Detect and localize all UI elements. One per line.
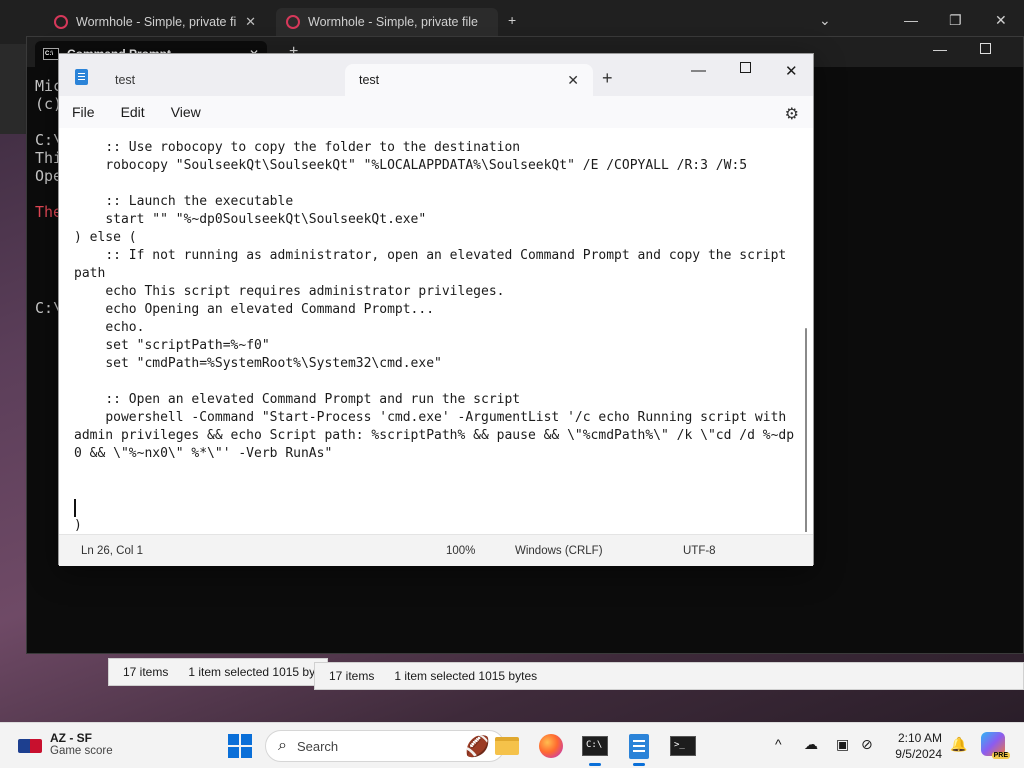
file-explorer-icon (495, 737, 519, 755)
firefox-button[interactable] (535, 730, 567, 762)
editor-line: echo This script requires administrator … (74, 284, 505, 299)
restore-button[interactable]: ❐ (949, 12, 962, 29)
text-editor[interactable]: :: Use robocopy to copy the folder to th… (59, 128, 813, 532)
close-tab-icon[interactable]: ✕ (567, 72, 579, 89)
tab-label: test (359, 73, 380, 87)
copilot-pre-badge: PRE (991, 752, 1010, 759)
vertical-scrollbar[interactable] (805, 328, 807, 532)
tab-test-1[interactable]: test (101, 64, 341, 96)
notepad-menubar: File Edit View ⚙ (59, 96, 813, 128)
search-icon: ⌕ (278, 737, 287, 754)
cursor-position: Ln 26, Col 1 (81, 545, 144, 557)
minimize-button[interactable]: — (933, 41, 947, 57)
browser-tab-label: Wormhole - Simple, private file (76, 15, 238, 29)
minimize-button[interactable]: — (691, 62, 706, 79)
onedrive-offline-icon[interactable]: ☁ (804, 736, 818, 753)
close-button[interactable]: ✕ (995, 12, 1007, 29)
taskbar: AZ - SF Game score ⌕ Search 🏈 C:\ >_ ^ ☁… (0, 722, 1024, 768)
maximize-button[interactable] (740, 62, 751, 73)
sports-widget[interactable]: AZ - SF Game score (18, 731, 113, 757)
command-prompt-button[interactable]: C:\ (579, 730, 611, 766)
text-caret (74, 499, 76, 517)
editor-line: ) else ( (74, 230, 137, 245)
network-icon[interactable]: ⊘ (861, 736, 873, 753)
encoding: UTF-8 (683, 545, 716, 557)
editor-line: set "cmdPath=%SystemRoot%\System32\cmd.e… (74, 356, 442, 371)
editor-line: set "scriptPath=%~f0" (74, 338, 270, 353)
new-tab-button[interactable]: + (508, 12, 516, 28)
zoom-level: 100% (446, 545, 476, 557)
editor-line: robocopy "SoulseekQt\SoulseekQt" "%LOCAL… (74, 158, 748, 173)
file-explorer-button[interactable] (491, 730, 523, 762)
editor-content[interactable]: :: Use robocopy to copy the folder to th… (74, 139, 796, 532)
clock-time: 2:10 AM (897, 731, 942, 745)
item-count: 17 items (329, 669, 375, 683)
item-count: 17 items (123, 665, 169, 679)
notepad-titlebar: test test ✕ + — ✕ (59, 54, 813, 96)
explorer-statusbar: 17 items 1 item selected 1015 bytes (314, 662, 1024, 690)
maximize-button[interactable] (980, 43, 991, 54)
terminal-icon: >_ (670, 736, 696, 756)
editor-line: powershell -Command "Start-Process 'cmd.… (74, 410, 795, 461)
start-button[interactable] (228, 734, 252, 758)
notepad-window: test test ✕ + — ✕ File Edit View ⚙ :: Us… (58, 53, 814, 566)
settings-gear-icon[interactable]: ⚙ (785, 104, 799, 124)
windows-logo-icon (228, 734, 239, 745)
editor-line: echo Opening an elevated Command Prompt.… (74, 302, 435, 317)
widget-title: AZ - SF (50, 731, 92, 745)
firefox-icon (539, 734, 563, 758)
menu-edit[interactable]: Edit (108, 104, 158, 120)
editor-line: :: Open an elevated Command Prompt and r… (74, 392, 521, 407)
selection-info: 1 item selected 1015 bytes (394, 669, 538, 683)
tab-label: test (115, 73, 136, 87)
widget-subtitle: Game score (50, 745, 113, 757)
close-icon[interactable]: ✕ (245, 14, 256, 30)
browser-tab-2[interactable]: Wormhole - Simple, private file (276, 8, 498, 36)
line-ending: Windows (CRLF) (515, 545, 603, 557)
terminal-button[interactable]: >_ (667, 730, 699, 762)
editor-line: ) (74, 518, 82, 532)
menu-view[interactable]: View (158, 104, 214, 120)
editor-line: echo. (74, 320, 145, 335)
command-prompt-icon: C:\ (582, 736, 608, 756)
clock-date: 9/5/2024 (895, 747, 942, 761)
search-highlight-football-icon: 🏈 (465, 736, 490, 758)
tab-test-2[interactable]: test ✕ (345, 64, 593, 96)
notepad-app-icon (75, 69, 88, 85)
copilot-icon[interactable]: PRE (981, 732, 1010, 759)
notepad-button[interactable] (623, 730, 655, 766)
browser-tab-1[interactable]: Wormhole - Simple, private file ✕ (44, 8, 266, 36)
close-button[interactable]: ✕ (785, 62, 798, 80)
taskbar-search[interactable]: ⌕ Search 🏈 (265, 730, 505, 762)
show-hidden-icons-chevron-icon[interactable]: ^ (775, 736, 782, 752)
notepad-statusbar: Ln 26, Col 1 100% Windows (CRLF) UTF-8 (59, 534, 813, 566)
menu-file[interactable]: File (59, 104, 108, 120)
editor-line: :: If not running as administrator, open… (74, 248, 795, 281)
wormhole-favicon-icon (54, 15, 68, 29)
explorer-statusbar: 17 items 1 item selected 1015 byt (108, 658, 328, 686)
editor-line: start "" "%~dp0SoulseekQt\SoulseekQt.exe… (74, 212, 427, 227)
browser-tab-label: Wormhole - Simple, private file (308, 15, 478, 29)
tab-list-dropdown-button[interactable]: ⌄ (819, 12, 831, 29)
wormhole-favicon-icon (286, 15, 300, 29)
command-prompt-icon: C:\ (43, 48, 59, 60)
selection-info: 1 item selected 1015 byt (188, 665, 319, 679)
display-icon[interactable]: ▣ (836, 736, 849, 753)
editor-line: :: Use robocopy to copy the folder to th… (74, 140, 521, 155)
notepad-icon (629, 733, 649, 759)
search-placeholder: Search (296, 738, 339, 754)
clock[interactable]: 2:10 AM 9/5/2024 (884, 730, 942, 762)
mlb-logo-icon (18, 739, 42, 753)
editor-line: :: Launch the executable (74, 194, 294, 209)
minimize-button[interactable]: — (904, 12, 918, 28)
new-tab-button[interactable]: + (602, 68, 613, 89)
notifications-bell-icon[interactable]: 🔔 (950, 736, 967, 753)
